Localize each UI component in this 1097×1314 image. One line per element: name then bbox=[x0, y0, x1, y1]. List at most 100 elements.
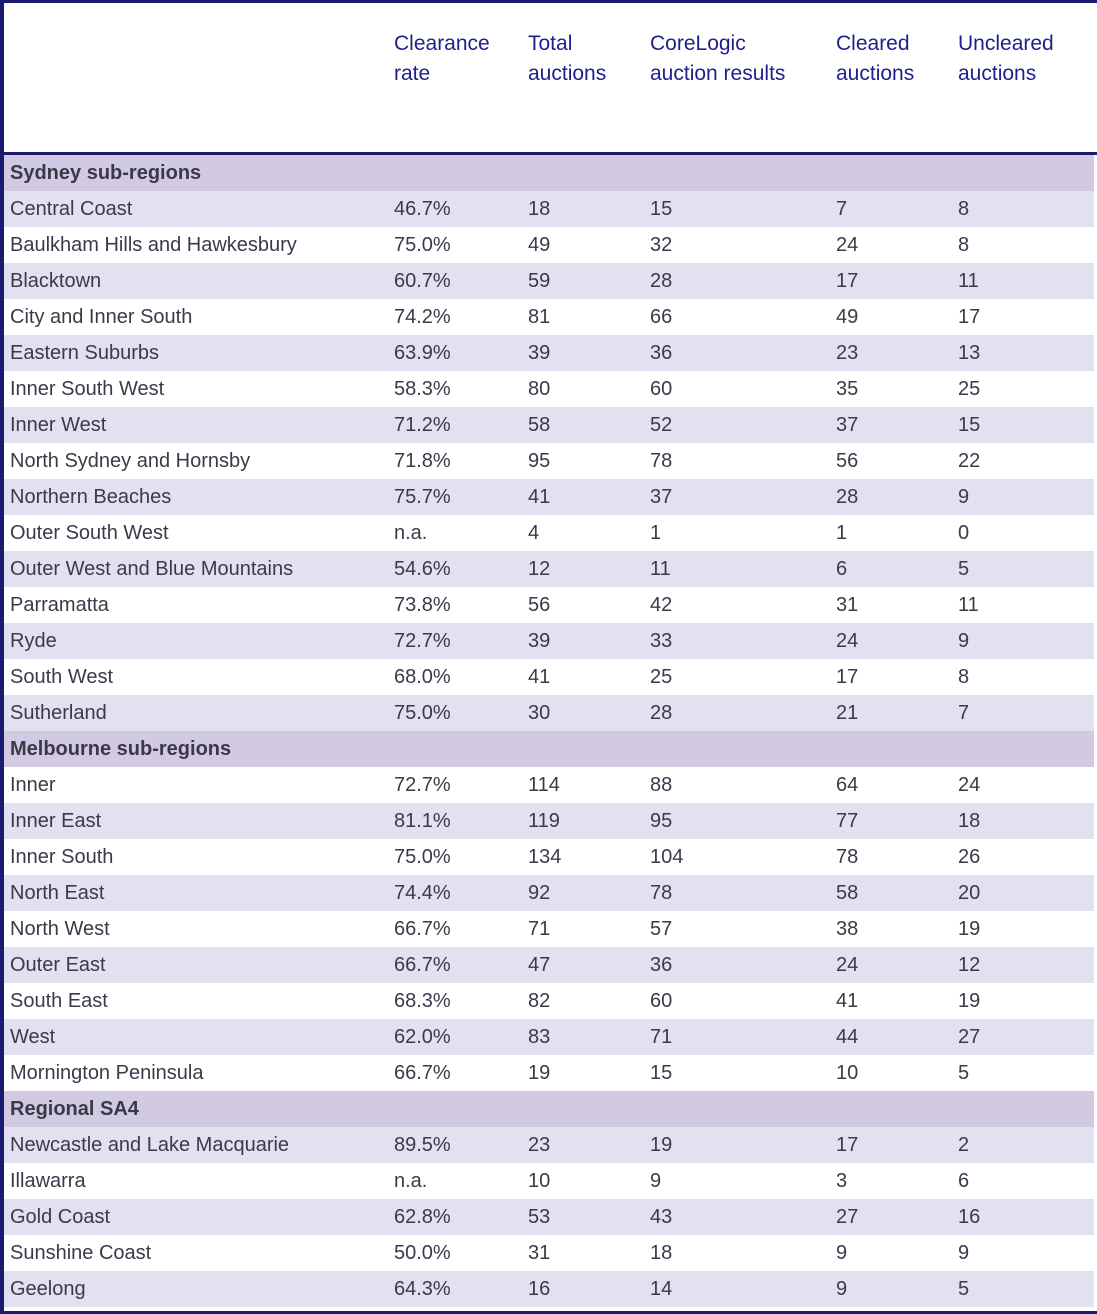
cell-total: 95 bbox=[528, 451, 551, 471]
table-header: Clearance rate Total auctions CoreLogic … bbox=[4, 3, 1097, 155]
cell-region: Mornington Peninsula bbox=[10, 1063, 204, 1083]
section-header-row: Melbourne sub-regions bbox=[4, 731, 1094, 767]
cell-cleared: 64 bbox=[836, 775, 859, 795]
cell-uncleared: 5 bbox=[958, 1063, 970, 1083]
cell-uncleared: 6 bbox=[958, 1171, 970, 1191]
table-row: South West 68.0% 41 25 17 8 bbox=[4, 659, 1094, 695]
column-header-clearance-rate-line1: Clearance bbox=[394, 32, 490, 55]
cell-region: Gold Coast bbox=[10, 1207, 111, 1227]
cell-uncleared: 7 bbox=[958, 703, 970, 723]
section-header-row: Sydney sub-regions bbox=[4, 155, 1094, 191]
cell-region: Geelong bbox=[10, 1279, 86, 1299]
cell-uncleared: 5 bbox=[958, 1279, 970, 1299]
table-row: Illawarra n.a. 10 9 3 6 bbox=[4, 1163, 1094, 1199]
column-header-clearance-rate: Clearance rate bbox=[394, 29, 528, 89]
cell-uncleared: 9 bbox=[958, 631, 970, 651]
cell-uncleared: 0 bbox=[958, 523, 970, 543]
table-body: Sydney sub-regions Central Coast 46.7% 18 15… bbox=[4, 155, 1097, 1307]
cell-total: 47 bbox=[528, 955, 551, 975]
cell-total: 83 bbox=[528, 1027, 551, 1047]
cell-rate: 68.0% bbox=[394, 667, 451, 687]
cell-region: Outer South West bbox=[10, 523, 169, 543]
cell-rate: 74.4% bbox=[394, 883, 451, 903]
cell-cleared: 37 bbox=[836, 415, 859, 435]
cell-cleared: 44 bbox=[836, 1027, 859, 1047]
column-header-corelogic-results: CoreLogic auction results bbox=[650, 29, 836, 89]
table-row: Gold Coast 62.8% 53 43 27 16 bbox=[4, 1199, 1094, 1235]
cell-core: 60 bbox=[650, 379, 673, 399]
cell-uncleared: 13 bbox=[958, 343, 981, 363]
cell-uncleared: 17 bbox=[958, 307, 981, 327]
cell-region: Ryde bbox=[10, 631, 57, 651]
cell-cleared: 3 bbox=[836, 1171, 848, 1191]
cell-region: Central Coast bbox=[10, 199, 133, 219]
cell-core: 14 bbox=[650, 1279, 673, 1299]
table-row: Northern Beaches 75.7% 41 37 28 9 bbox=[4, 479, 1094, 515]
cell-total: 41 bbox=[528, 487, 551, 507]
cell-rate: 64.3% bbox=[394, 1279, 451, 1299]
cell-region: South West bbox=[10, 667, 114, 687]
cell-cleared: 21 bbox=[836, 703, 859, 723]
cell-rate: 71.2% bbox=[394, 415, 451, 435]
cell-rate: 75.0% bbox=[394, 235, 451, 255]
cell-total: 59 bbox=[528, 271, 551, 291]
cell-cleared: 28 bbox=[836, 487, 859, 507]
cell-rate: 66.7% bbox=[394, 919, 451, 939]
cell-uncleared: 11 bbox=[958, 271, 979, 291]
cell-core: 15 bbox=[650, 1063, 673, 1083]
cell-cleared: 23 bbox=[836, 343, 859, 363]
table-row: Outer South West n.a. 4 1 1 0 bbox=[4, 515, 1094, 551]
cell-total: 114 bbox=[528, 775, 560, 795]
cell-cleared: 58 bbox=[836, 883, 859, 903]
cell-core: 78 bbox=[650, 883, 673, 903]
cell-uncleared: 8 bbox=[958, 235, 970, 255]
cell-rate: 46.7% bbox=[394, 199, 451, 219]
cell-rate: 54.6% bbox=[394, 559, 451, 579]
cell-rate: 60.7% bbox=[394, 271, 451, 291]
cell-total: 16 bbox=[528, 1279, 551, 1299]
cell-cleared: 24 bbox=[836, 235, 859, 255]
cell-core: 36 bbox=[650, 343, 673, 363]
column-header-total-auctions: Total auctions bbox=[528, 29, 650, 89]
table-row: Inner 72.7% 114 88 64 24 bbox=[4, 767, 1094, 803]
cell-total: 31 bbox=[528, 1243, 551, 1263]
auction-results-table: Clearance rate Total auctions CoreLogic … bbox=[0, 0, 1097, 1314]
column-header-total-auctions-line1: Total bbox=[528, 32, 573, 55]
cell-cleared: 17 bbox=[836, 271, 859, 291]
cell-cleared: 17 bbox=[836, 667, 859, 687]
table-row: North East 74.4% 92 78 58 20 bbox=[4, 875, 1094, 911]
cell-uncleared: 5 bbox=[958, 559, 970, 579]
cell-rate: 75.0% bbox=[394, 703, 451, 723]
cell-region: Outer East bbox=[10, 955, 106, 975]
cell-region: Inner East bbox=[10, 811, 102, 831]
cell-core: 32 bbox=[650, 235, 673, 255]
cell-region: Sutherland bbox=[10, 703, 107, 723]
table-row: South East 68.3% 82 60 41 19 bbox=[4, 983, 1094, 1019]
cell-uncleared: 16 bbox=[958, 1207, 981, 1227]
cell-uncleared: 11 bbox=[958, 595, 979, 615]
cell-core: 33 bbox=[650, 631, 673, 651]
cell-core: 42 bbox=[650, 595, 673, 615]
cell-region: City and Inner South bbox=[10, 307, 193, 327]
column-header-cleared-auctions-line1: Cleared bbox=[836, 32, 910, 55]
column-header-corelogic-results-line2: auction results bbox=[650, 61, 786, 85]
section-header-row: Regional SA4 bbox=[4, 1091, 1094, 1127]
cell-total: 53 bbox=[528, 1207, 551, 1227]
column-header-uncleared-auctions: Uncleared auctions bbox=[958, 29, 1093, 89]
cell-uncleared: 12 bbox=[958, 955, 981, 975]
cell-total: 30 bbox=[528, 703, 551, 723]
table-row: Sutherland 75.0% 30 28 21 7 bbox=[4, 695, 1094, 731]
cell-rate: 75.0% bbox=[394, 847, 451, 867]
cell-uncleared: 9 bbox=[958, 487, 970, 507]
cell-uncleared: 22 bbox=[958, 451, 981, 471]
cell-cleared: 9 bbox=[836, 1279, 848, 1299]
cell-rate: 68.3% bbox=[394, 991, 451, 1011]
cell-rate: 58.3% bbox=[394, 379, 451, 399]
cell-core: 52 bbox=[650, 415, 673, 435]
table-row: Geelong 64.3% 16 14 9 5 bbox=[4, 1271, 1094, 1307]
cell-core: 36 bbox=[650, 955, 673, 975]
cell-total: 39 bbox=[528, 343, 551, 363]
section-header-label: Regional SA4 bbox=[10, 1099, 139, 1119]
cell-total: 19 bbox=[528, 1063, 551, 1083]
cell-uncleared: 9 bbox=[958, 1243, 970, 1263]
